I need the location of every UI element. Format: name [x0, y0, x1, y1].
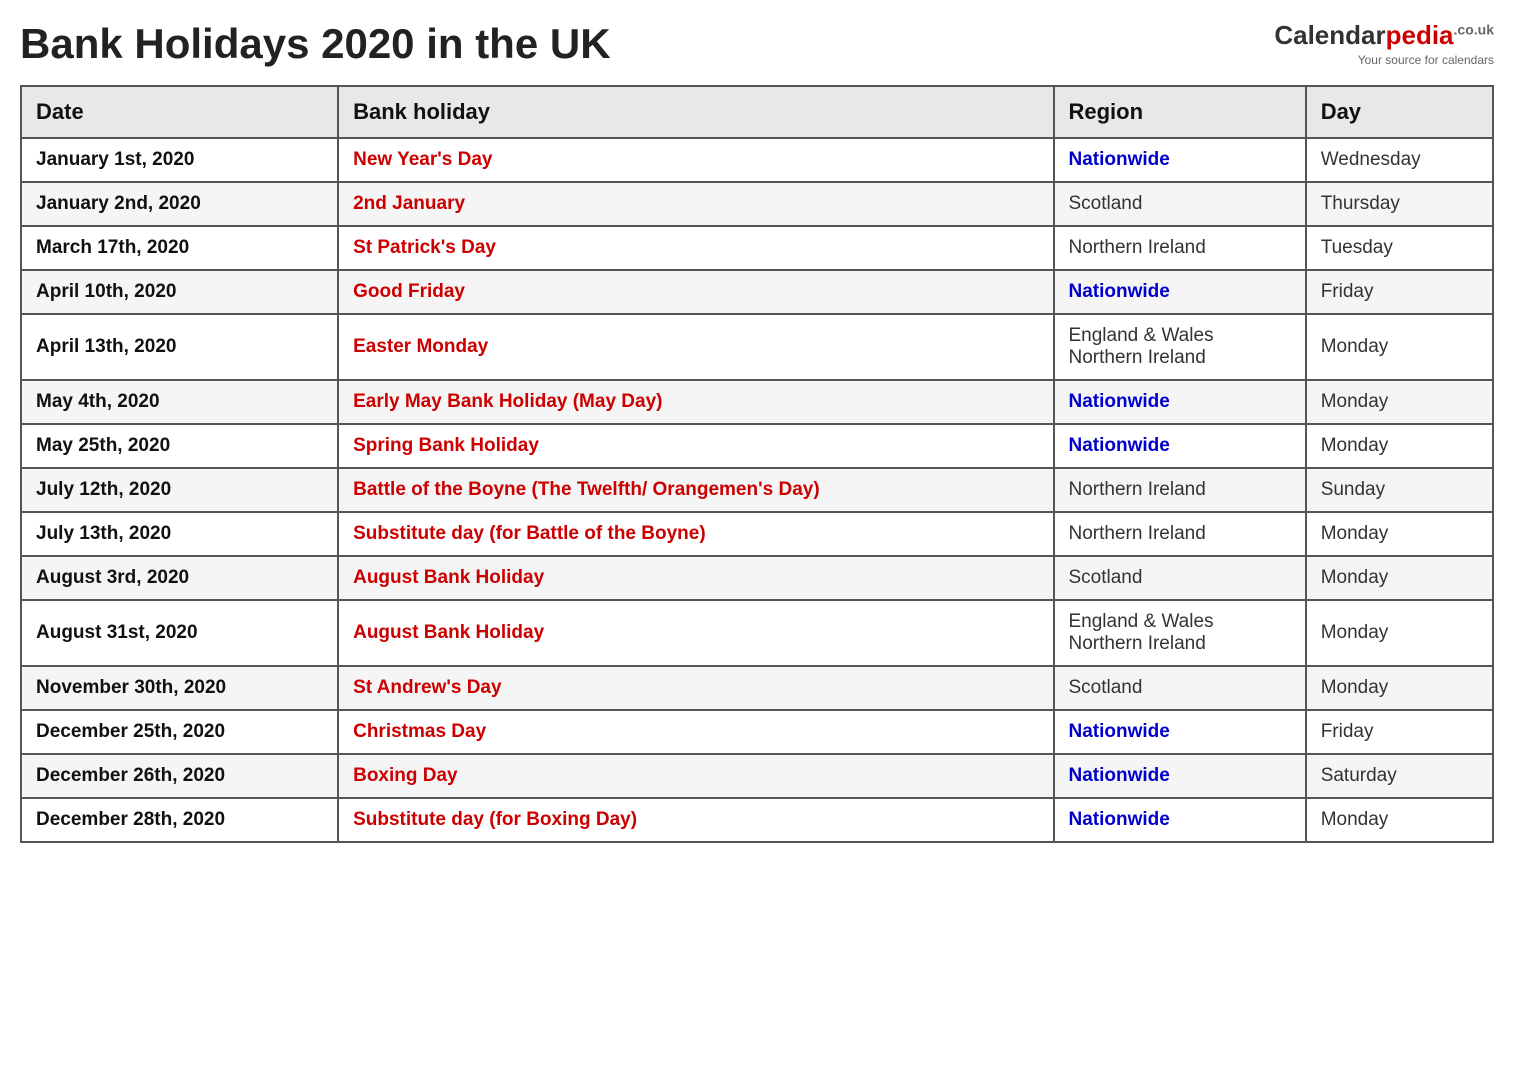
logo-tagline: Your source for calendars [1358, 53, 1494, 67]
cell-region: Northern Ireland [1054, 226, 1306, 270]
header-day: Day [1306, 86, 1493, 138]
table-row: August 31st, 2020August Bank HolidayEngl… [21, 600, 1493, 666]
page-header: Bank Holidays 2020 in the UK Calendarped… [20, 20, 1494, 69]
cell-region: England & WalesNorthern Ireland [1054, 314, 1306, 380]
table-header-row: Date Bank holiday Region Day [21, 86, 1493, 138]
table-row: July 12th, 2020Battle of the Boyne (The … [21, 468, 1493, 512]
cell-day: Monday [1306, 798, 1493, 842]
cell-holiday: St Andrew's Day [338, 666, 1053, 710]
table-row: January 1st, 2020New Year's DayNationwid… [21, 138, 1493, 182]
table-row: December 26th, 2020Boxing DayNationwideS… [21, 754, 1493, 798]
cell-holiday: Boxing Day [338, 754, 1053, 798]
cell-day: Monday [1306, 600, 1493, 666]
cell-day: Monday [1306, 314, 1493, 380]
table-row: November 30th, 2020St Andrew's DayScotla… [21, 666, 1493, 710]
cell-day: Sunday [1306, 468, 1493, 512]
cell-day: Friday [1306, 710, 1493, 754]
cell-region: Nationwide [1054, 798, 1306, 842]
cell-date: January 2nd, 2020 [21, 182, 338, 226]
logo-text: Calendarpedia.co.uk [1274, 20, 1494, 51]
table-row: August 3rd, 2020August Bank HolidayScotl… [21, 556, 1493, 600]
cell-holiday: Easter Monday [338, 314, 1053, 380]
table-row: March 17th, 2020St Patrick's DayNorthern… [21, 226, 1493, 270]
cell-date: December 25th, 2020 [21, 710, 338, 754]
cell-day: Friday [1306, 270, 1493, 314]
cell-date: March 17th, 2020 [21, 226, 338, 270]
header-region: Region [1054, 86, 1306, 138]
cell-day: Tuesday [1306, 226, 1493, 270]
cell-day: Monday [1306, 380, 1493, 424]
cell-holiday: Early May Bank Holiday (May Day) [338, 380, 1053, 424]
cell-holiday: Battle of the Boyne (The Twelfth/ Orange… [338, 468, 1053, 512]
cell-region: Nationwide [1054, 424, 1306, 468]
table-row: July 13th, 2020Substitute day (for Battl… [21, 512, 1493, 556]
cell-region: Scotland [1054, 666, 1306, 710]
table-row: December 28th, 2020Substitute day (for B… [21, 798, 1493, 842]
cell-date: December 26th, 2020 [21, 754, 338, 798]
cell-region: Nationwide [1054, 710, 1306, 754]
cell-holiday: New Year's Day [338, 138, 1053, 182]
table-row: May 25th, 2020Spring Bank HolidayNationw… [21, 424, 1493, 468]
cell-region: Northern Ireland [1054, 512, 1306, 556]
cell-holiday: Substitute day (for Battle of the Boyne) [338, 512, 1053, 556]
cell-date: November 30th, 2020 [21, 666, 338, 710]
table-row: January 2nd, 20202nd JanuaryScotlandThur… [21, 182, 1493, 226]
cell-region: Nationwide [1054, 270, 1306, 314]
cell-holiday: August Bank Holiday [338, 600, 1053, 666]
cell-date: May 25th, 2020 [21, 424, 338, 468]
cell-region: England & WalesNorthern Ireland [1054, 600, 1306, 666]
cell-holiday: Christmas Day [338, 710, 1053, 754]
cell-holiday: Spring Bank Holiday [338, 424, 1053, 468]
header-holiday: Bank holiday [338, 86, 1053, 138]
cell-region: Nationwide [1054, 754, 1306, 798]
cell-day: Monday [1306, 666, 1493, 710]
table-row: May 4th, 2020Early May Bank Holiday (May… [21, 380, 1493, 424]
logo-part1: Calendar [1274, 20, 1385, 50]
cell-holiday: Good Friday [338, 270, 1053, 314]
cell-day: Monday [1306, 556, 1493, 600]
holidays-table: Date Bank holiday Region Day January 1st… [20, 85, 1494, 843]
cell-date: July 13th, 2020 [21, 512, 338, 556]
cell-region: Scotland [1054, 182, 1306, 226]
cell-date: April 13th, 2020 [21, 314, 338, 380]
cell-holiday: 2nd January [338, 182, 1053, 226]
cell-date: July 12th, 2020 [21, 468, 338, 512]
cell-region: Nationwide [1054, 138, 1306, 182]
cell-region: Scotland [1054, 556, 1306, 600]
cell-date: December 28th, 2020 [21, 798, 338, 842]
logo-part2: pedia [1386, 20, 1454, 50]
cell-date: August 3rd, 2020 [21, 556, 338, 600]
cell-date: January 1st, 2020 [21, 138, 338, 182]
cell-date: May 4th, 2020 [21, 380, 338, 424]
logo-tld: .co.uk [1454, 21, 1494, 37]
cell-day: Saturday [1306, 754, 1493, 798]
cell-date: August 31st, 2020 [21, 600, 338, 666]
cell-region: Northern Ireland [1054, 468, 1306, 512]
cell-holiday: St Patrick's Day [338, 226, 1053, 270]
table-row: April 10th, 2020Good FridayNationwideFri… [21, 270, 1493, 314]
cell-holiday: August Bank Holiday [338, 556, 1053, 600]
header-date: Date [21, 86, 338, 138]
cell-day: Thursday [1306, 182, 1493, 226]
table-row: December 25th, 2020Christmas DayNationwi… [21, 710, 1493, 754]
cell-day: Wednesday [1306, 138, 1493, 182]
cell-day: Monday [1306, 512, 1493, 556]
cell-holiday: Substitute day (for Boxing Day) [338, 798, 1053, 842]
cell-date: April 10th, 2020 [21, 270, 338, 314]
cell-region: Nationwide [1054, 380, 1306, 424]
logo: Calendarpedia.co.uk Your source for cale… [1274, 20, 1494, 69]
table-row: April 13th, 2020Easter MondayEngland & W… [21, 314, 1493, 380]
page-title: Bank Holidays 2020 in the UK [20, 20, 611, 68]
cell-day: Monday [1306, 424, 1493, 468]
